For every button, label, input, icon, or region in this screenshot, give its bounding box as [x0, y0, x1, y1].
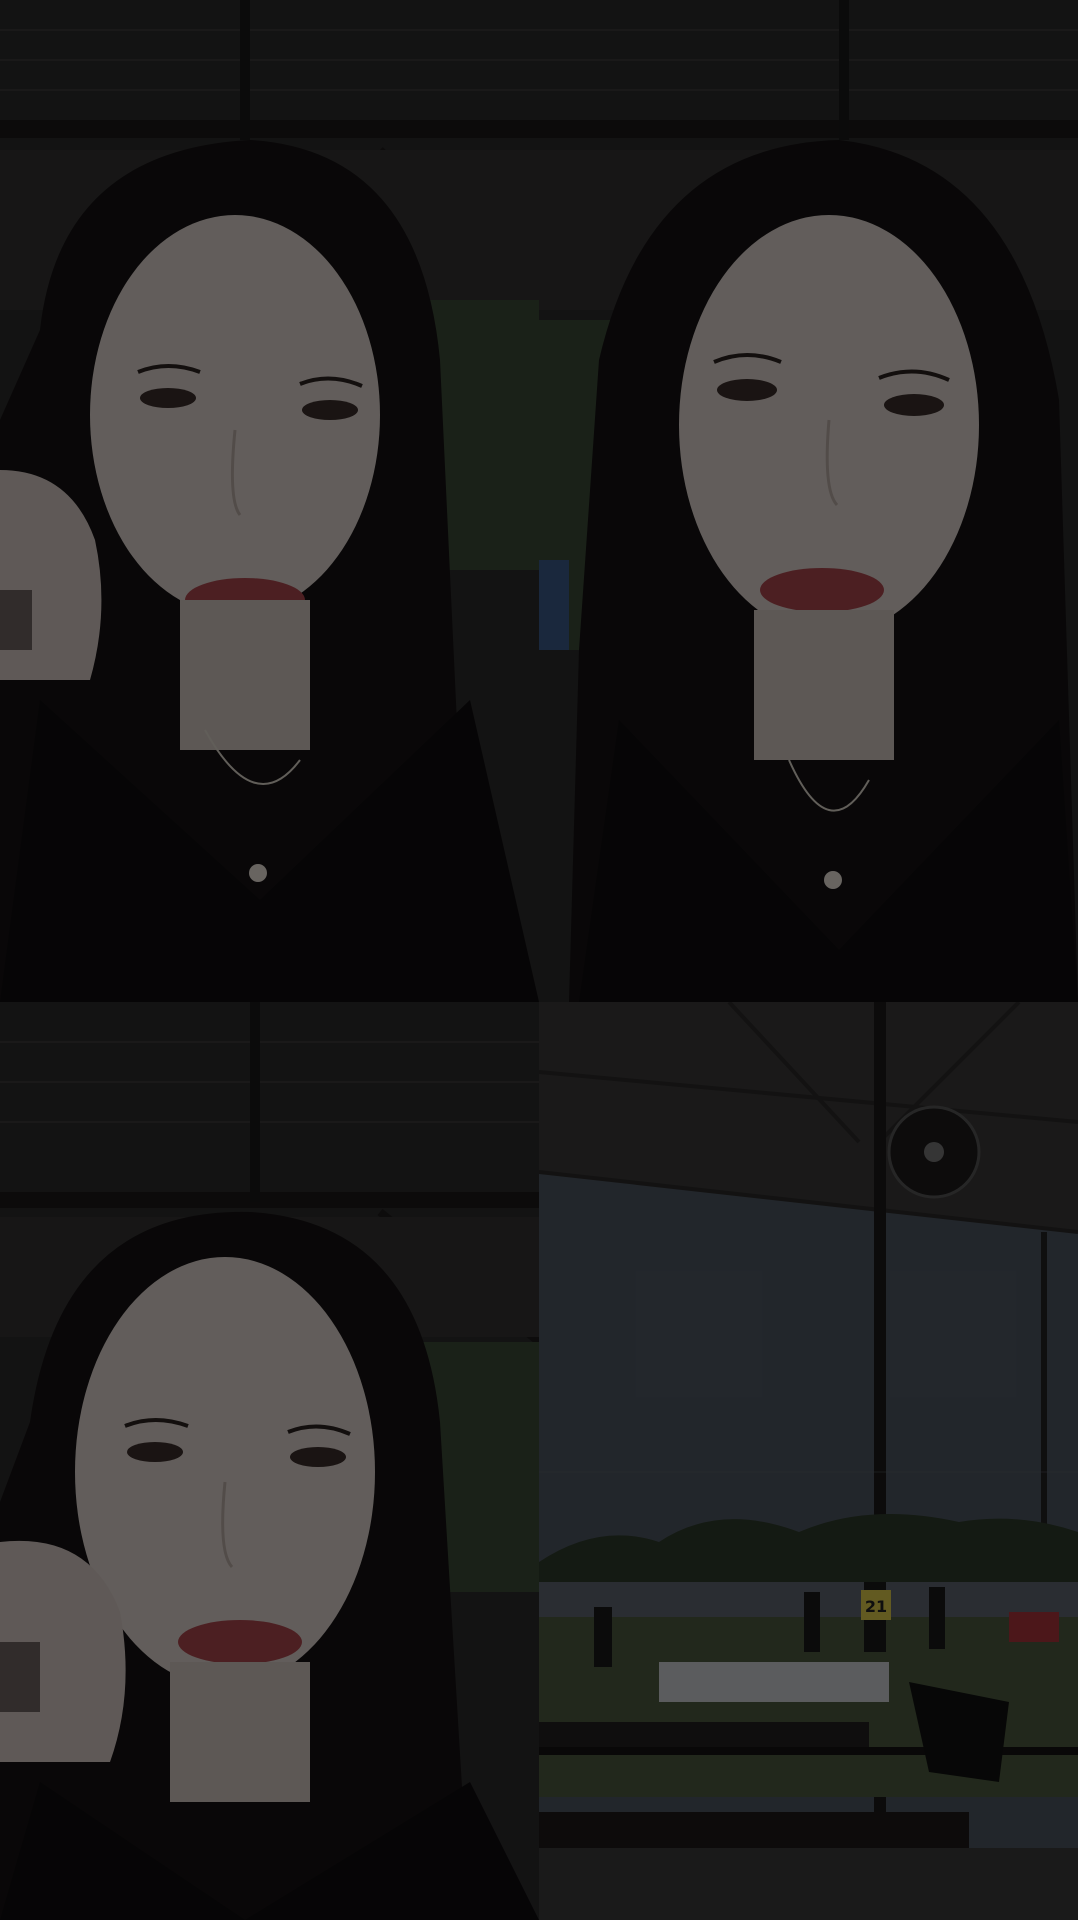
photo-tile-football-pitch: 21 [539, 1002, 1078, 1920]
photo-tile-selfie-hand-cheek-2 [0, 1002, 539, 1920]
photo-collage: 21 [0, 0, 1078, 1920]
photo-tile-selfie-hand-cheek [0, 0, 539, 1002]
photo-tile-selfie-front [539, 0, 1078, 1002]
jersey-number: 21 [865, 1597, 887, 1616]
